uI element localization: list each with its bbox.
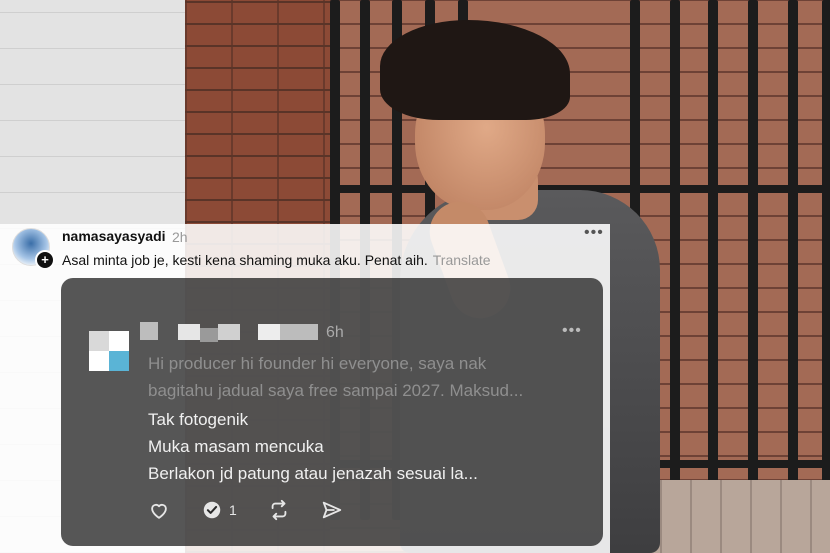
quoted-post-time: 6h	[326, 324, 344, 341]
post-time: 2h	[172, 229, 188, 245]
quoted-text-line-1: Tak fotogenik	[148, 410, 249, 429]
quoted-more-options-icon[interactable]: •••	[562, 322, 582, 340]
send-icon	[322, 501, 342, 519]
quoted-text-faded-2: bagitahu jadual saya free sampai 2027. M…	[148, 381, 524, 400]
repost-icon	[271, 499, 287, 521]
translate-link[interactable]: Translate	[433, 252, 491, 268]
repost-button[interactable]	[268, 498, 290, 522]
quoted-text-faded-1: Hi producer hi founder hi everyone, saya…	[148, 354, 487, 373]
reply-count: 1	[229, 502, 237, 518]
username[interactable]: namasayasyadi	[62, 228, 166, 244]
reply-icon	[203, 501, 221, 519]
heart-icon	[151, 503, 167, 519]
more-options-icon[interactable]: •••	[584, 224, 604, 242]
share-button[interactable]	[321, 498, 343, 522]
reply-button[interactable]: 1	[201, 498, 237, 522]
caption-text: Asal minta job je, kesti kena shaming mu…	[62, 252, 428, 268]
follow-plus-icon[interactable]: +	[35, 250, 55, 270]
like-button[interactable]	[148, 498, 170, 522]
post-caption: Asal minta job je, kesti kena shaming mu…	[62, 252, 491, 268]
quoted-text-line-3: Berlakon jd patung atau jenazah sesuai l…	[148, 464, 478, 483]
quoted-text-line-2: Muka masam mencuka	[148, 437, 324, 456]
